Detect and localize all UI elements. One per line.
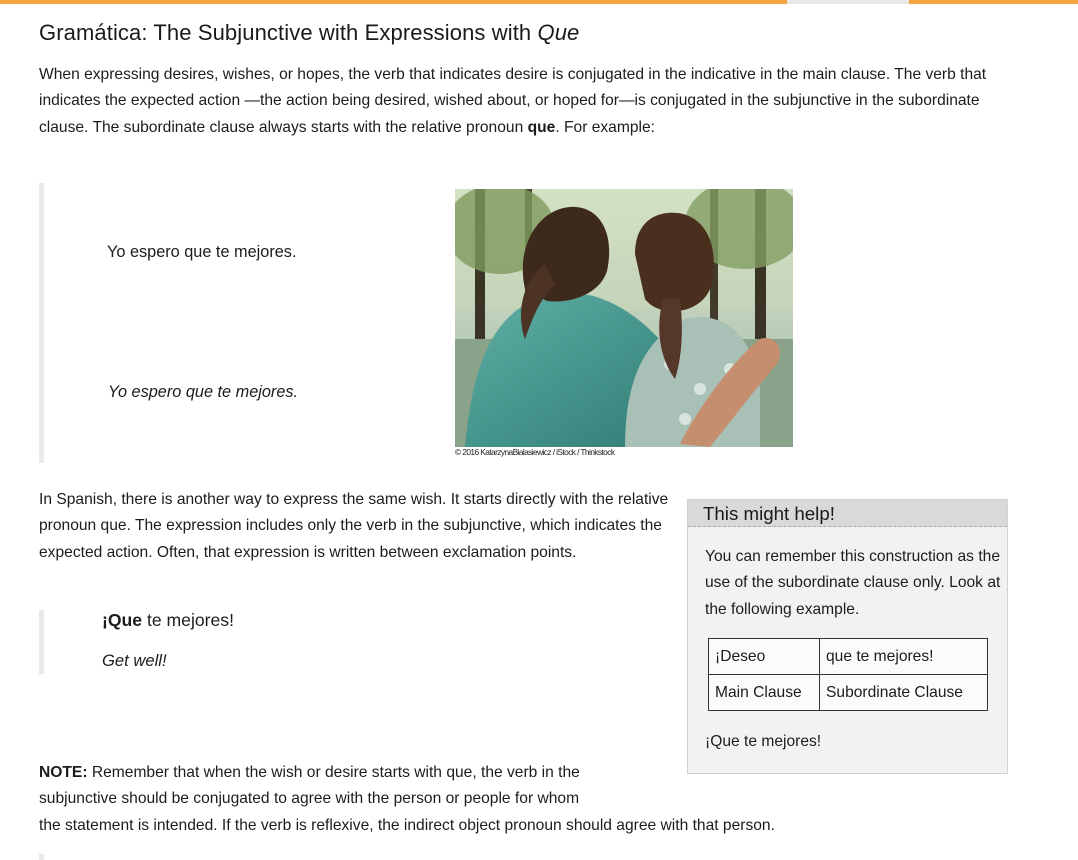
intro-paragraph: When expressing desires, wishes, or hope… bbox=[39, 62, 1024, 141]
que-quote-bar bbox=[39, 610, 44, 674]
que-translation: Get well! bbox=[102, 651, 167, 670]
intro-text-1: When expressing desires, wishes, or hope… bbox=[39, 66, 987, 136]
progress-fill-end bbox=[909, 0, 1078, 4]
next-quote-bar bbox=[39, 854, 44, 860]
intro-bold-que: que bbox=[527, 118, 556, 136]
note-line-2: subjunctive should be conjugated to agre… bbox=[39, 790, 580, 808]
que-example: ¡Que te mejores! bbox=[102, 610, 234, 631]
help-callout-example: ¡Que te mejores! bbox=[705, 733, 822, 750]
example-spanish-italic: Yo espero que te mejores. bbox=[108, 383, 299, 401]
help-callout-body: You can remember this construction as th… bbox=[705, 548, 1001, 618]
note-line-3: the statement is intended. If the verb i… bbox=[39, 816, 775, 834]
help-callout-title: This might help! bbox=[703, 503, 835, 524]
note-label: NOTE: bbox=[39, 764, 88, 781]
table-cell: que te mejores! bbox=[819, 638, 988, 675]
help-callout: This might help! You can remember this c… bbox=[687, 499, 1008, 774]
alternative-paragraph: In Spanish, there is another way to expr… bbox=[39, 491, 669, 561]
note-line-1: Remember that when the wish or desire st… bbox=[87, 764, 580, 781]
note-paragraph: NOTE: Remember that when the wish or des… bbox=[39, 760, 919, 839]
intro-text-2: . For example: bbox=[555, 118, 655, 136]
table-row: Main Clause Subordinate Clause bbox=[708, 674, 988, 711]
help-callout-header: This might help! bbox=[688, 500, 1007, 527]
clause-table: ¡Deseo que te mejores! Main Clause Subor… bbox=[708, 638, 988, 711]
que-example-rest: te mejores! bbox=[142, 610, 234, 630]
example-spanish: Yo espero que te mejores. bbox=[107, 243, 297, 261]
example-quote-bar bbox=[39, 183, 44, 463]
nurse-patient-photo bbox=[455, 189, 793, 447]
page-title: Gramática: The Subjunctive with Expressi… bbox=[39, 20, 579, 46]
page-title-text: Gramática: The Subjunctive with Expressi… bbox=[39, 20, 538, 45]
table-cell: Subordinate Clause bbox=[819, 674, 988, 711]
lesson-progress-bar bbox=[0, 0, 1078, 4]
photo-credit: © 2016 KatarzynaBialasiewicz / iStock / … bbox=[455, 447, 615, 457]
table-cell: ¡Deseo bbox=[708, 638, 820, 675]
table-row: ¡Deseo que te mejores! bbox=[708, 638, 988, 675]
page-title-emphasis: Que bbox=[537, 20, 580, 45]
progress-fill bbox=[0, 0, 787, 4]
table-cell: Main Clause bbox=[708, 674, 820, 711]
que-example-bold: ¡Que bbox=[102, 610, 143, 630]
